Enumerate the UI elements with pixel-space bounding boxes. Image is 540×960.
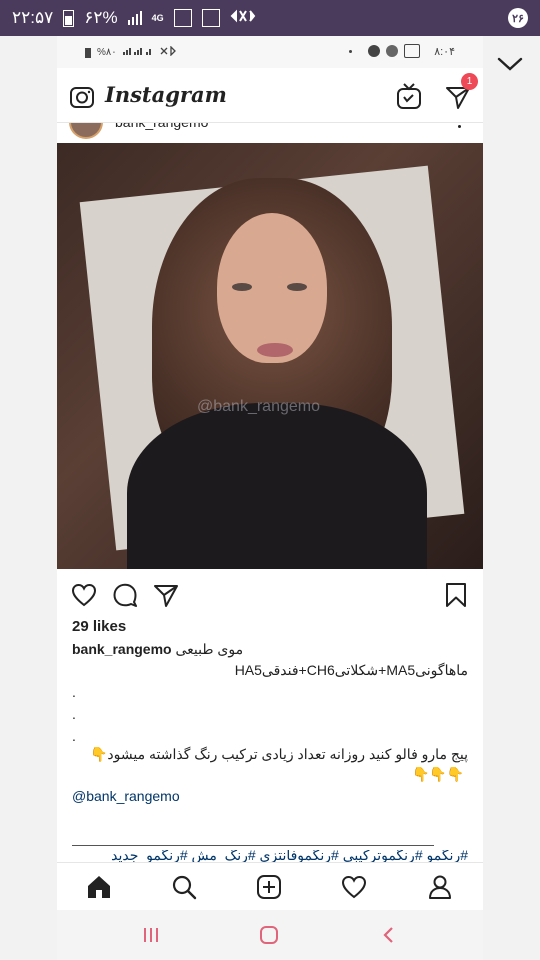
notification-count[interactable]: ۲۶ — [508, 8, 528, 28]
camera-icon[interactable] — [69, 84, 95, 115]
add-icon[interactable] — [256, 874, 282, 900]
bookmark-icon[interactable] — [443, 582, 469, 608]
igtv-icon[interactable] — [396, 82, 422, 115]
signal-box-icon — [173, 9, 192, 27]
caption-emojis: 👇👇👇 — [412, 766, 465, 782]
inner-signal-icon — [122, 46, 153, 59]
post-actions — [57, 579, 483, 611]
chevron-down-icon[interactable] — [496, 50, 524, 78]
clock: ۲۲:۵۷ — [12, 8, 54, 27]
heart-icon[interactable] — [71, 582, 97, 608]
signal-icon — [127, 11, 142, 25]
recents-icon[interactable] — [141, 925, 161, 945]
post-header: bank_rangemo — [57, 123, 483, 143]
status-bar-left: ۲۲:۵۷ ۶۲% 4G — [12, 0, 256, 36]
photo-lips — [257, 343, 293, 357]
caption-username[interactable]: bank_rangemo — [72, 641, 172, 657]
activity-heart-icon[interactable] — [341, 874, 367, 900]
caption-first-line: bank_rangemo موی طبیعی — [72, 641, 468, 658]
likes-count[interactable]: 29 likes — [72, 618, 126, 635]
more-options-icon[interactable] — [458, 125, 461, 128]
profile-icon[interactable] — [427, 874, 453, 900]
bottom-navigation — [57, 862, 483, 911]
comment-icon[interactable] — [112, 582, 138, 608]
back-icon[interactable] — [379, 925, 399, 945]
inner-status-bar: %۸۰ ۸:۰۴ — [57, 36, 483, 68]
battery-percent: ۶۲% — [84, 8, 118, 27]
caption-line: ماهاگونیMA5+شکلاتیCH6+فندقیHA5 — [234, 662, 468, 678]
inner-battery-icon — [85, 47, 91, 58]
inner-status-right: ۸:۰۴ — [349, 44, 455, 58]
caption-text: موی طبیعی — [175, 641, 244, 657]
caption-divider — [72, 845, 434, 846]
caption-mention[interactable]: @bank_rangemo — [72, 788, 180, 804]
app-logo: Instagram — [105, 82, 227, 107]
inner-status-left: %۸۰ — [85, 45, 179, 59]
caption-dot: . — [72, 706, 76, 722]
sim-icon — [201, 9, 220, 27]
search-icon[interactable] — [171, 874, 197, 900]
inner-dot-icon — [349, 49, 353, 53]
photo-body — [127, 403, 427, 569]
direct-badge: 1 — [461, 73, 478, 90]
status-bar: ۲۲:۵۷ ۶۲% 4G ۲۶ — [0, 0, 540, 36]
post-username[interactable]: bank_rangemo — [115, 123, 208, 130]
inner-app-icon — [386, 45, 399, 57]
inner-clock: ۸:۰۴ — [434, 45, 455, 58]
post-image[interactable]: @bank_rangemo — [57, 143, 483, 569]
home-button-icon[interactable] — [259, 925, 279, 945]
photo-eye — [232, 283, 252, 291]
hashtags-text: #رنگمو #رنگموترکیبی #رنگموفانتزی #رنگ_مش… — [111, 850, 468, 862]
mute-icon — [230, 8, 256, 29]
share-icon[interactable] — [153, 582, 179, 608]
battery-icon — [63, 9, 75, 27]
caption-dot: . — [72, 728, 76, 744]
inner-app-icon — [368, 45, 381, 57]
screenshot-frame: %۸۰ ۸:۰۴ Instagram 1 bank — [57, 36, 483, 960]
inner-bluetooth-icon — [159, 45, 179, 59]
app-header: Instagram — [57, 72, 483, 123]
home-icon[interactable] — [86, 874, 112, 900]
inner-battery-percent: %۸۰ — [97, 47, 117, 58]
photo-eye — [287, 283, 307, 291]
image-watermark: @bank_rangemo — [197, 398, 320, 415]
network-type: 4G — [151, 12, 164, 23]
system-navigation — [57, 910, 483, 960]
caption-dot: . — [72, 684, 76, 700]
caption-promo: پیج مارو فالو کنید روزانه تعداد زیادی تر… — [90, 746, 468, 762]
caption-hashtags[interactable]: #رنگمو #رنگموترکیبی #رنگموفانتزی #رنگ_مش… — [72, 850, 468, 862]
inner-app-icon — [404, 44, 421, 58]
avatar[interactable] — [69, 123, 103, 139]
